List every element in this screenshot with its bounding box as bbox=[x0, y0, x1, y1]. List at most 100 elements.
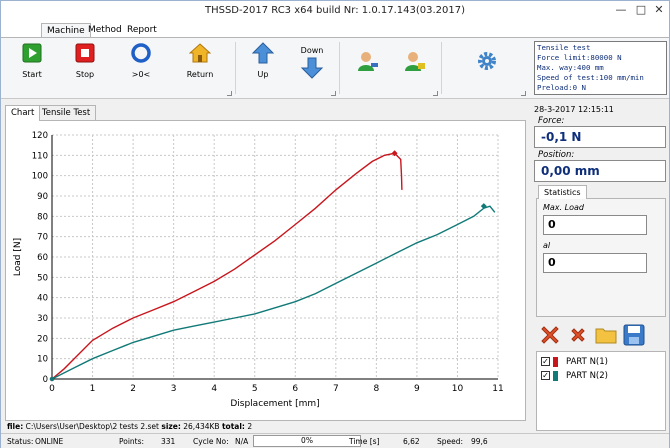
cycle-label: Cycle No: bbox=[193, 437, 229, 446]
tab-method[interactable]: Method bbox=[83, 23, 127, 37]
folder-open-icon[interactable] bbox=[594, 323, 618, 347]
down-button[interactable]: Down bbox=[292, 46, 332, 85]
file-info: file: C:\Users\User\Desktop\2 tests 2.se… bbox=[7, 422, 252, 431]
ribbon-tabs: Machine Method Report bbox=[1, 21, 669, 37]
stop-label: Stop bbox=[75, 70, 95, 79]
info-line: Preload:0 N bbox=[537, 83, 586, 92]
x-tick-label: 3 bbox=[171, 384, 177, 394]
statistics-body: Max. Load 0 al 0 bbox=[536, 198, 666, 317]
tab-report[interactable]: Report bbox=[122, 23, 162, 37]
datetime: 28-3-2017 12:15:11 bbox=[534, 105, 614, 114]
group-expander[interactable] bbox=[521, 91, 526, 96]
cycle-value: N/A bbox=[235, 437, 249, 446]
status-label: Status: bbox=[7, 437, 34, 446]
minimize-button[interactable]: — bbox=[613, 3, 629, 17]
arrow-down-icon bbox=[300, 57, 324, 79]
zero-label: >0< bbox=[131, 70, 151, 79]
user-login-icon bbox=[358, 52, 378, 71]
app-window: THSSD-2017 RC3 x64 build Nr: 1.0.17.143(… bbox=[0, 0, 670, 448]
position-value: 0,00 mm bbox=[534, 160, 666, 182]
status-bar: Status: ONLINE Points: 331 Cycle No: N/A… bbox=[1, 433, 669, 448]
y-tick-label: 110 bbox=[32, 151, 48, 161]
tab-chart[interactable]: Chart bbox=[5, 105, 41, 121]
y-tick-label: 50 bbox=[37, 273, 48, 283]
speed-value: 99,6 bbox=[471, 437, 488, 446]
down-label: Down bbox=[300, 46, 324, 55]
return-button[interactable]: Return bbox=[180, 42, 220, 79]
y-tick-label: 70 bbox=[37, 233, 48, 243]
x-tick-label: 1 bbox=[90, 384, 96, 394]
x-tick-label: 6 bbox=[292, 384, 298, 394]
x-tick-label: 4 bbox=[211, 384, 217, 394]
group-expander[interactable] bbox=[227, 91, 232, 96]
time-value: 6,62 bbox=[403, 437, 420, 446]
file-path: C:\Users\User\Desktop\2 tests 2.set bbox=[25, 422, 159, 431]
group-expander[interactable] bbox=[433, 91, 438, 96]
series-color-swatch bbox=[553, 370, 558, 381]
zero-button[interactable]: >0< bbox=[121, 42, 161, 79]
time-label: Time [s] bbox=[349, 437, 380, 446]
max-load-label: Max. Load bbox=[543, 203, 584, 212]
start-button[interactable]: Start bbox=[12, 42, 52, 79]
legend-item-part-1[interactable]: ✓ PART N(1) bbox=[541, 356, 608, 368]
y-tick-label: 90 bbox=[37, 192, 48, 202]
max-load-value: 0 bbox=[543, 215, 647, 235]
delete-all-icon[interactable] bbox=[538, 323, 562, 347]
settings-button[interactable] bbox=[467, 50, 507, 78]
title-bar: THSSD-2017 RC3 x64 build Nr: 1.0.17.143(… bbox=[1, 1, 669, 21]
points-label: Points: bbox=[119, 437, 145, 446]
info-line: Speed of test:100 mm/min bbox=[537, 73, 644, 82]
toolbar-separator bbox=[441, 42, 442, 94]
size-value: 26,434KB bbox=[183, 422, 220, 431]
load-displacement-chart: 0 1 2 3 4 5 6 7 8 9 10 1101020304050607080901001101… bbox=[13, 131, 504, 409]
stop-icon bbox=[75, 43, 95, 63]
points-value: 331 bbox=[161, 437, 176, 446]
chart-area: 0 1 2 3 4 5 6 7 8 9 10 11 0 10 20 30 40 50 60 70 80 90 100 110 1… bbox=[5, 120, 526, 421]
position-label: Position: bbox=[538, 150, 575, 160]
zero-ring-icon bbox=[131, 43, 151, 63]
save-icon[interactable] bbox=[622, 323, 646, 347]
x-tick-label: 7 bbox=[333, 384, 339, 394]
x-tick-label: 8 bbox=[373, 384, 379, 394]
return-label: Return bbox=[186, 70, 214, 79]
stop-button[interactable]: Stop bbox=[65, 42, 105, 79]
chart-panel: Chart Tensile Test 0 1 2 3 4 5 6 7 8 9 10 11 0 10 20 30… bbox=[5, 105, 526, 421]
size-label: size: bbox=[161, 422, 181, 431]
series-legend: ✓ PART N(1) ✓ PART N(2) bbox=[536, 351, 666, 431]
legend-label: PART N(1) bbox=[566, 357, 608, 367]
group-expander[interactable] bbox=[331, 91, 336, 96]
delete-icon[interactable] bbox=[566, 323, 590, 347]
x-tick-label: 10 bbox=[452, 384, 464, 394]
al-value: 0 bbox=[543, 253, 647, 273]
info-line: Max. way:400 mm bbox=[537, 63, 604, 72]
up-label: Up bbox=[257, 70, 269, 79]
play-icon bbox=[22, 43, 42, 63]
operator-button[interactable] bbox=[348, 50, 388, 78]
y-tick-label: 120 bbox=[32, 131, 48, 141]
x-tick-label: 9 bbox=[414, 384, 420, 394]
y-tick-label: 100 bbox=[32, 172, 48, 182]
close-button[interactable]: ✕ bbox=[651, 3, 667, 17]
x-tick-label: 11 bbox=[492, 384, 503, 394]
test-info-box: Tensile test Force limit:80000 N Max. wa… bbox=[534, 41, 667, 95]
home-icon bbox=[188, 43, 212, 63]
max-load-marker bbox=[480, 203, 487, 210]
info-line: Force limit:80000 N bbox=[537, 53, 622, 62]
statistics-panel: Statistics Max. Load 0 al 0 bbox=[536, 185, 666, 317]
start-label: Start bbox=[22, 70, 42, 79]
up-button[interactable]: Up bbox=[243, 42, 283, 79]
gear-icon bbox=[478, 52, 496, 70]
x-tick-label: 5 bbox=[252, 384, 258, 394]
checkbox[interactable]: ✓ bbox=[541, 357, 550, 366]
series-line-part-2 bbox=[51, 205, 496, 380]
user-settings-button[interactable] bbox=[395, 50, 435, 78]
maximize-button[interactable]: □ bbox=[633, 3, 649, 17]
checkbox[interactable]: ✓ bbox=[541, 371, 550, 380]
series-line-part-1 bbox=[51, 152, 403, 380]
series-color-swatch bbox=[553, 356, 558, 367]
legend-item-part-2[interactable]: ✓ PART N(2) bbox=[541, 370, 608, 382]
tab-statistics[interactable]: Statistics bbox=[538, 185, 587, 199]
info-line: Tensile test bbox=[537, 43, 591, 52]
y-tick-label: 30 bbox=[37, 314, 48, 324]
tab-tensile-test[interactable]: Tensile Test bbox=[36, 105, 97, 120]
